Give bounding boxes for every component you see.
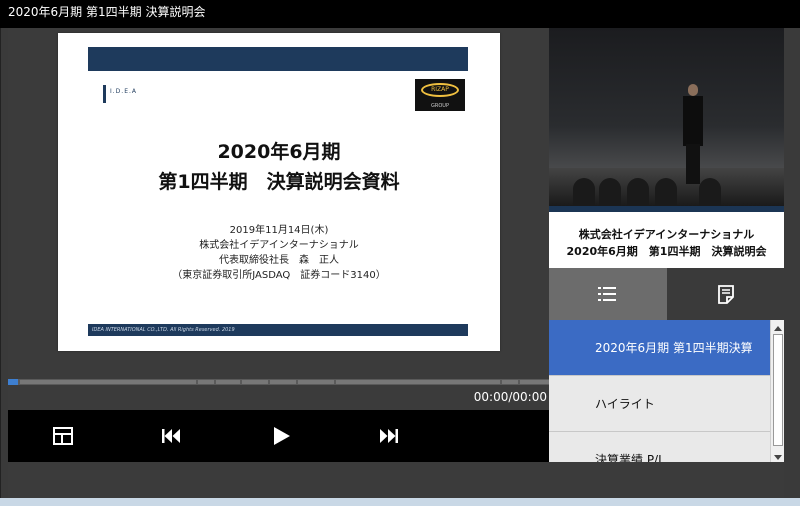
slide-company: 株式会社イデアインターナショナル [199, 240, 359, 251]
control-bar [8, 410, 549, 462]
tab-chapters[interactable] [549, 268, 667, 320]
scroll-down-icon[interactable] [771, 449, 784, 462]
window-bottom-border [0, 498, 800, 506]
progress-bar[interactable] [8, 379, 549, 385]
idea-logo: I.D.E.A [103, 85, 163, 105]
main-player[interactable]: I.D.E.A RIZAP GROUP 2020年6月期 第1四半期 決算説明会… [8, 28, 549, 462]
play-icon[interactable] [269, 424, 293, 448]
window-title: 2020年6月期 第1四半期 決算説明会 [0, 0, 800, 28]
layout-icon[interactable] [51, 424, 75, 448]
scroll-up-icon[interactable] [771, 320, 784, 333]
list-icon [598, 287, 616, 301]
slide-details: 2019年11月14日(木) 株式会社イデアインターナショナル 代表取締役社長 … [58, 223, 500, 283]
chapter-item[interactable]: ハイライト [549, 376, 770, 432]
camera-feed: 株式会社イデアインターナショナル 2020年6月期 第1四半期 決算説明会 [549, 28, 784, 268]
presentation-slide: I.D.E.A RIZAP GROUP 2020年6月期 第1四半期 決算説明会… [58, 33, 500, 351]
player-footer [8, 462, 784, 498]
skip-forward-icon[interactable] [377, 424, 401, 448]
slide-presenter: 代表取締役社長 森 正人 [219, 255, 339, 266]
speaker-figure [681, 84, 705, 184]
slide-title-line1: 2020年6月期 [217, 141, 341, 163]
stage-video [549, 28, 784, 206]
slide-footer: IDEA INTERNATIONAL CO.,LTD. All Rights R… [88, 324, 468, 336]
slide-date: 2019年11月14日(木) [229, 225, 329, 236]
notes-icon [718, 285, 734, 304]
slide-exchange: （東京証券取引所JASDAQ 証券コード3140） [172, 270, 386, 281]
slide-title-line2: 第1四半期 決算説明会資料 [158, 171, 400, 193]
side-tabs [549, 268, 784, 320]
video-caption: 株式会社イデアインターナショナル 2020年6月期 第1四半期 決算説明会 [549, 206, 784, 268]
scroll-thumb[interactable] [773, 334, 783, 446]
skip-back-icon[interactable] [159, 424, 183, 448]
slide-header-bar [88, 47, 468, 71]
progress-played [8, 379, 18, 385]
rizap-group-logo: RIZAP GROUP [415, 79, 465, 111]
chapter-item[interactable]: 決算業績 P/L [549, 432, 770, 462]
chapter-list: 2020年6月期 第1四半期決算 ハイライト 決算業績 P/L [549, 320, 784, 462]
window-right-border [784, 28, 800, 506]
time-display: 00:00/00:00 [473, 390, 547, 404]
chapter-item[interactable]: 2020年6月期 第1四半期決算 [549, 320, 770, 376]
tab-notes[interactable] [667, 268, 784, 320]
chapter-scrollbar[interactable] [770, 320, 784, 462]
